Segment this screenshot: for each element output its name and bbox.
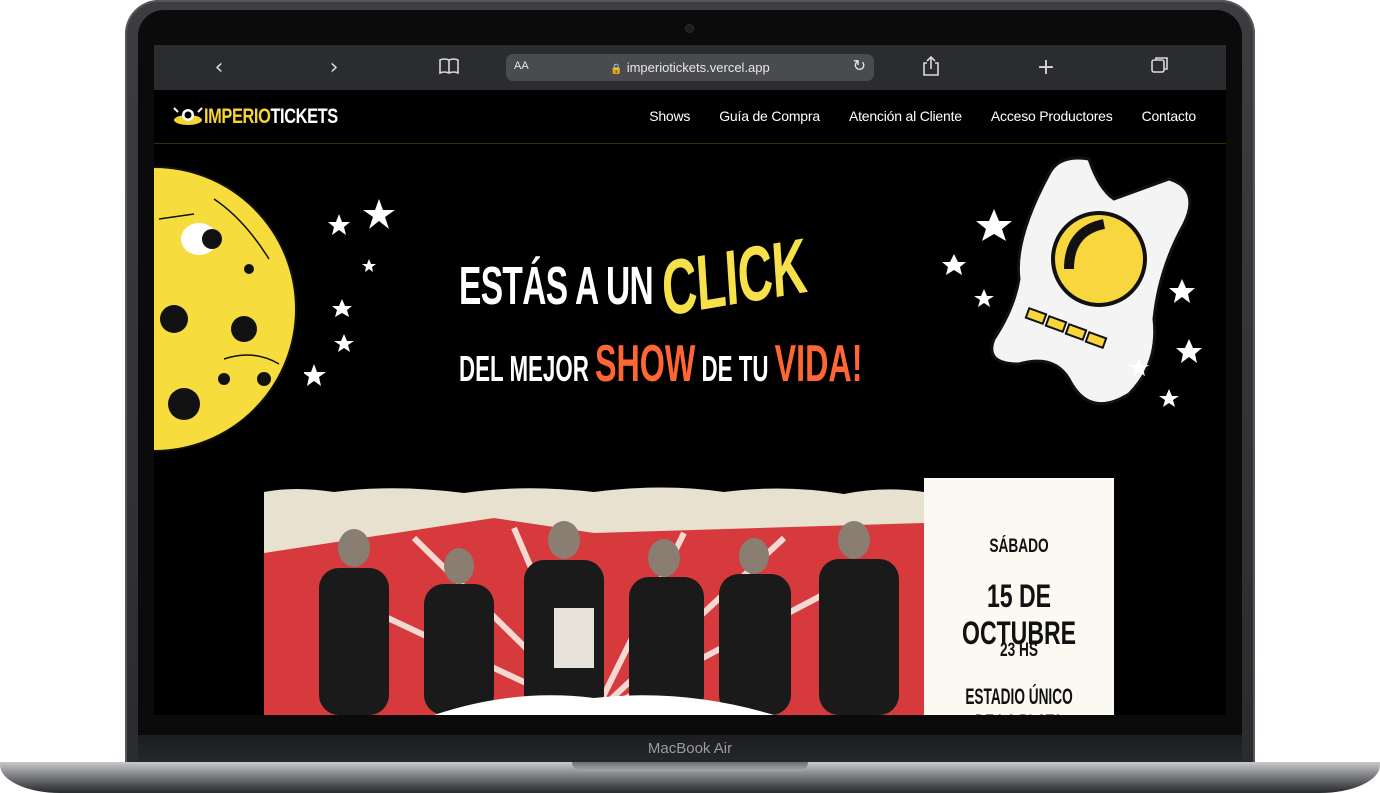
lock-icon: 🔒 [610, 64, 623, 75]
site-logo[interactable]: IMPERIOTICKETS [172, 103, 376, 131]
astronaut-illustration [942, 156, 1202, 407]
browser-window: ‹ › AA 🔒 imperiotickets.vercel.app ↻ + I… [154, 45, 1226, 715]
main-nav: Shows Guía de Compra Atención al Cliente… [649, 108, 1196, 124]
nav-acceso-productores[interactable]: Acceso Productores [991, 108, 1113, 124]
event-time: 23 HS [999, 640, 1039, 661]
nav-guia-de-compra[interactable]: Guía de Compra [719, 108, 820, 124]
browser-toolbar: ‹ › AA 🔒 imperiotickets.vercel.app ↻ + [154, 45, 1226, 90]
laptop-notch [572, 762, 808, 771]
device-label: MacBook Air [138, 735, 1242, 763]
moon-illustration [154, 166, 297, 452]
event-banner[interactable]: SÁBADO 15 DE OCTUBRE 23 HS ESTADIO ÚNICO… [264, 478, 1114, 715]
address-bar[interactable]: AA 🔒 imperiotickets.vercel.app ↻ [506, 54, 874, 81]
stars-left-icon [304, 199, 395, 386]
nav-atencion-al-cliente[interactable]: Atención al Cliente [849, 108, 962, 124]
new-tab-icon[interactable]: + [1033, 55, 1059, 81]
back-icon[interactable]: ‹ [206, 55, 232, 81]
nav-shows[interactable]: Shows [649, 108, 690, 124]
share-icon[interactable] [918, 55, 944, 81]
event-venue: ESTADIO ÚNICO DE LA PLATA [965, 684, 1073, 715]
hero-banner: ESTÁS A UN CLICK DEL MEJOR SHOW DE TU VI… [154, 144, 1226, 464]
band-photo [264, 478, 924, 715]
ufo-logo-icon [173, 107, 203, 125]
camera-icon [686, 25, 693, 32]
event-info-panel: SÁBADO 15 DE OCTUBRE 23 HS ESTADIO ÚNICO… [924, 478, 1114, 715]
bookmarks-icon[interactable] [436, 55, 462, 81]
site-header: IMPERIOTICKETS Shows Guía de Compra Aten… [154, 90, 1226, 144]
tabs-overview-icon[interactable] [1147, 55, 1173, 81]
event-day: SÁBADO [989, 536, 1049, 557]
nav-contacto[interactable]: Contacto [1142, 108, 1197, 124]
logo-wordmark: IMPERIOTICKETS [204, 105, 338, 128]
url-text: imperiotickets.vercel.app [626, 60, 770, 75]
forward-icon[interactable]: › [321, 55, 347, 81]
reload-icon[interactable]: ↻ [853, 56, 866, 75]
